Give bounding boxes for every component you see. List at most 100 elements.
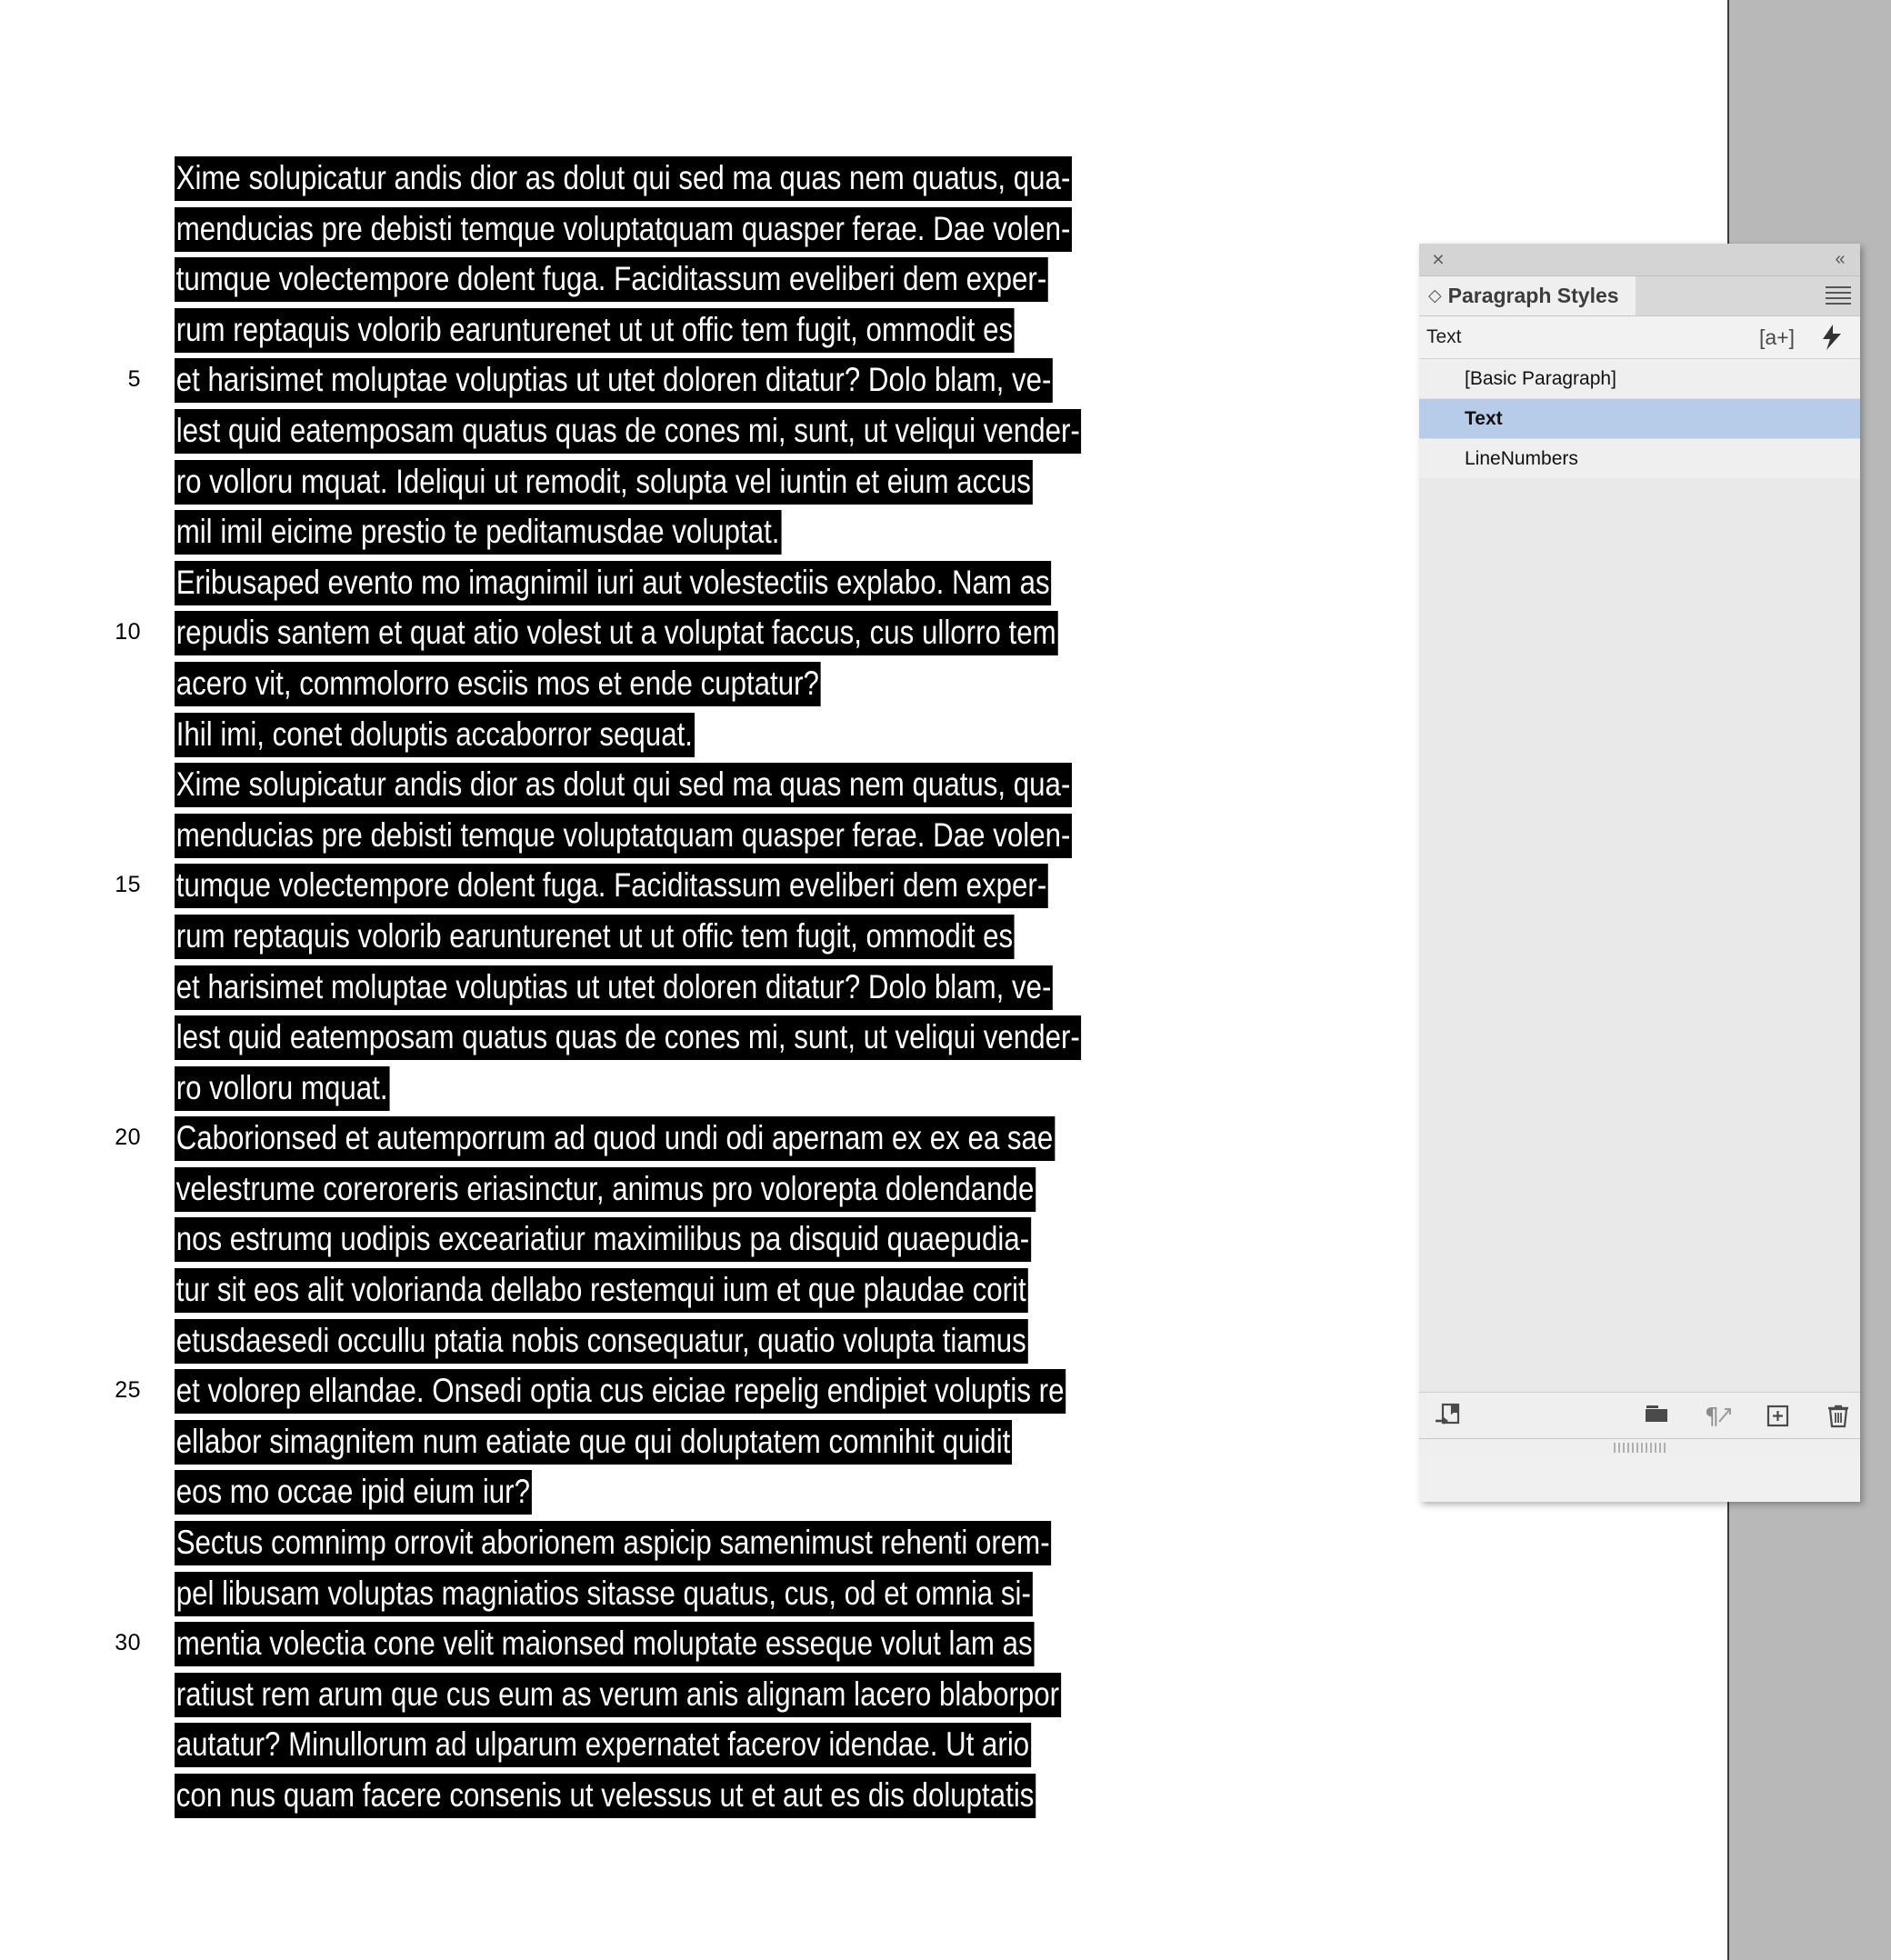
style-list-item[interactable]: [Basic Paragraph] [1419,359,1860,399]
selected-text-run: ellabor simagnitem num eatiate que qui d… [175,1419,1013,1465]
menu-line-2 [1826,292,1851,294]
panel-group-diamond-icon: ◇ [1428,286,1442,305]
selected-text-run: Ihil imi, conet doluptis accaborror sequ… [175,712,695,757]
line-text[interactable]: menducias pre debisti temque voluptatqua… [175,810,1073,861]
selected-text-run: ratiust rem arum que cus eum as verum an… [175,1672,1061,1717]
line-text[interactable]: Xime solupicatur andis dior as dolut qui… [175,153,1073,204]
panel-titlebar: × « [1419,244,1860,276]
line-text[interactable]: ratiust rem arum que cus eum as verum an… [175,1669,1061,1720]
selected-text-run: et harisimet moluptae voluptias ut utet … [175,358,1054,404]
line-text[interactable]: eos mo occae ipid eium iur? [175,1466,532,1517]
grip-bars-icon [1613,1443,1666,1453]
svg-text:¶: ¶ [1705,1403,1719,1429]
selected-text-run: autatur? Minullorum ad ulparum expernate… [175,1723,1031,1768]
menu-line-4 [1826,303,1851,305]
panel-footer-toolbar: ¶ [1419,1393,1860,1438]
line-text[interactable]: Xime solupicatur andis dior as dolut qui… [175,759,1073,810]
selected-text-run: repudis santem et quat atio volest ut a … [175,611,1058,656]
selected-text-run: rum reptaquis volorib earunturenet ut ut… [175,307,1015,353]
panel-menu-icon[interactable] [1826,286,1851,305]
selected-text-run: lest quid eatemposam quatus quas de cone… [175,1015,1082,1061]
line-text[interactable]: lest quid eatemposam quatus quas de cone… [175,1012,1082,1063]
line-text[interactable]: menducias pre debisti temque voluptatqua… [175,204,1073,255]
selected-text-run: Sectus comnimp orrovit aborionem aspicip… [175,1521,1052,1566]
panel-title: Paragraph Styles [1447,284,1619,307]
text-line[interactable]: ratiust rem arum que cus eum as verum an… [0,1669,1727,1720]
line-text[interactable]: velestrume coreroreris eriasinctur, anim… [175,1164,1036,1215]
line-text[interactable]: tumque volectempore dolent fuga. Facidit… [175,860,1048,911]
line-text[interactable]: Sectus comnimp orrovit aborionem aspicip… [175,1517,1052,1568]
selected-text-run: velestrume coreroreris eriasinctur, anim… [175,1166,1036,1212]
selected-text-run: acero vit, commolorro esciis mos et ende… [175,661,821,706]
style-name-label: [Basic Paragraph] [1465,368,1616,389]
text-line[interactable]: Xime solupicatur andis dior as dolut qui… [0,153,1727,204]
style-name-label: Text [1465,408,1503,429]
selected-text-run: tumque volectempore dolent fuga. Facidit… [175,864,1048,909]
line-text[interactable]: ellabor simagnitem num eatiate que qui d… [175,1416,1013,1467]
tab-paragraph-styles[interactable]: ◇ Paragraph Styles [1419,276,1636,315]
line-text[interactable]: rum reptaquis volorib earunturenet ut ut… [175,305,1015,355]
selected-text-run: nos estrumq uodipis exceariatiur maximil… [175,1217,1031,1263]
line-text[interactable]: Caborionsed et autemporrum ad quod undi … [175,1113,1056,1164]
line-text[interactable]: et harisimet moluptae voluptias ut utet … [175,355,1054,405]
line-number: 5 [127,366,141,393]
line-number: 30 [115,1630,141,1656]
line-text[interactable]: mentia volectia cone velit maionsed molu… [175,1618,1035,1669]
selected-text-run: etusdaesedi occullu ptatia nobis consequ… [175,1318,1028,1364]
text-line[interactable]: pel libusam voluptas magniatios sitasse … [0,1568,1727,1619]
line-text[interactable]: pel libusam voluptas magniatios sitasse … [175,1568,1033,1619]
selected-text-run: lest quid eatemposam quatus quas de cone… [175,408,1082,454]
line-text[interactable]: lest quid eatemposam quatus quas de cone… [175,405,1082,456]
line-text[interactable]: autatur? Minullorum ad ulparum expernate… [175,1719,1031,1770]
line-text[interactable]: etusdaesedi occullu ptatia nobis consequ… [175,1315,1028,1366]
text-line[interactable]: Sectus comnimp orrovit aborionem aspicip… [0,1517,1727,1568]
trash-glyph [1828,1405,1848,1428]
line-text[interactable]: tumque volectempore dolent fuga. Facidit… [175,254,1048,305]
line-text[interactable]: tur sit eos alit volorianda dellabo rest… [175,1265,1028,1315]
new-style-group-icon[interactable] [1642,1400,1673,1431]
style-name-label: LineNumbers [1465,448,1578,469]
lightning-bolt-glyph [1823,325,1841,350]
styles-list-rows[interactable]: [Basic Paragraph] Text LineNumbers [1419,359,1860,479]
panel-tab-row: ◇ Paragraph Styles [1419,276,1860,316]
line-text[interactable]: mil imil eicime prestio te peditamusdae … [175,506,782,557]
line-text[interactable]: ro volloru mquat. [175,1063,390,1114]
clear-overrides-icon[interactable]: ¶ [1703,1400,1734,1431]
selected-text-run: ro volloru mquat. Ideliqui ut remodit, s… [175,459,1033,505]
line-text[interactable]: nos estrumq uodipis exceariatiur maximil… [175,1214,1031,1265]
pilcrow-slash-glyph: ¶ [1705,1403,1731,1429]
menu-line-1 [1826,286,1851,288]
panel-resize-grip[interactable] [1419,1438,1860,1455]
style-list-item[interactable]: Text [1419,399,1860,439]
selected-text-run: pel libusam voluptas magniatios sitasse … [175,1571,1033,1616]
line-text[interactable]: et harisimet moluptae voluptias ut utet … [175,962,1054,1013]
text-line[interactable]: 30 mentia volectia cone velit maionsed mo… [0,1618,1727,1669]
quick-apply-icon[interactable] [1820,323,1844,352]
apply-next-style-icon[interactable]: [a+] [1759,324,1795,351]
selected-text-run: ro volloru mquat. [175,1065,390,1111]
new-style-icon[interactable] [1763,1400,1794,1431]
text-line[interactable]: autatur? Minullorum ad ulparum expernate… [0,1719,1727,1770]
close-icon[interactable]: × [1428,249,1448,270]
line-text[interactable]: con nus quam facere consenis ut velessus… [175,1770,1036,1821]
line-text[interactable]: Ihil imi, conet doluptis accaborror sequ… [175,709,695,760]
line-text[interactable]: Eribusaped evento mo imagnimil iuri aut … [175,557,1052,608]
line-text[interactable]: rum reptaquis volorib earunturenet ut ut… [175,911,1015,962]
styles-list-empty-area[interactable] [1419,478,1860,1392]
collapse-panel-icon[interactable]: « [1826,249,1852,269]
line-text[interactable]: ro volloru mquat. Ideliqui ut remodit, s… [175,456,1033,507]
style-list-item[interactable]: LineNumbers [1419,439,1860,479]
line-number: 10 [115,619,141,645]
selected-text-run: Eribusaped evento mo imagnimil iuri aut … [175,560,1052,605]
selected-text-run: Xime solupicatur andis dior as dolut qui… [175,156,1073,201]
paragraph-styles-panel[interactable]: × « ◇ Paragraph Styles Text [a+] [Basic … [1419,244,1860,1502]
text-line[interactable]: con nus quam facere consenis ut velessus… [0,1770,1727,1821]
load-styles-icon[interactable] [1432,1400,1463,1431]
delete-style-icon[interactable] [1823,1400,1854,1431]
line-text[interactable]: acero vit, commolorro esciis mos et ende… [175,658,821,709]
load-styles-glyph [1436,1403,1460,1425]
line-text[interactable]: repudis santem et quat atio volest ut a … [175,607,1058,658]
line-text[interactable]: et volorep ellandae. Onsedi optia cus ei… [175,1365,1066,1416]
styles-list[interactable]: [Basic Paragraph] Text LineNumbers [1419,359,1860,1393]
selected-text-run: et volorep ellandae. Onsedi optia cus ei… [175,1369,1066,1415]
